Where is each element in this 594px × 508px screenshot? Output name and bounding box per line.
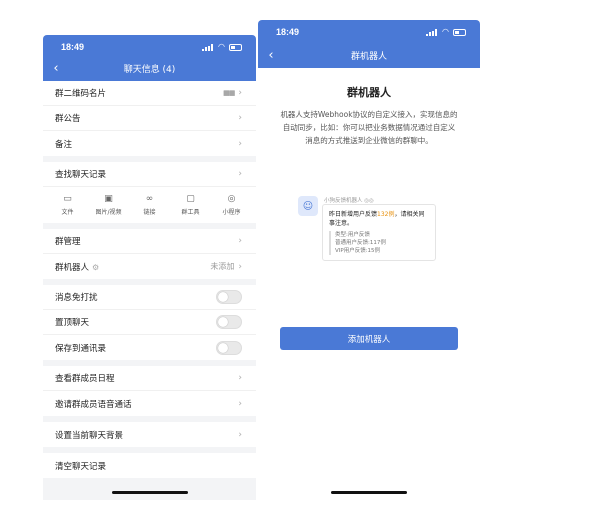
tool-label: 文件 [61, 209, 74, 216]
bot-heading: 群机器人 [347, 86, 391, 99]
row-label: 群二维码名片 [55, 89, 107, 99]
message-part: 昨日新增用户反馈 [329, 211, 378, 218]
chat-info-screen: 18:49 ◠ ‹ 聊天信息 (4) 群二维码名片 ▦▦ › 群公告 › 备注 … [43, 35, 256, 500]
group-bot-header: 18:49 ◠ ‹ 群机器人 [258, 20, 480, 68]
chevron-right-icon: › [238, 261, 242, 272]
miniprogram-icon: ◎ [227, 194, 236, 204]
message-text: 昨日新增用户反馈132例，请相关同事注意。 [329, 210, 429, 228]
group-bot-screen: 18:49 ◠ ‹ 群机器人 群机器人 机器人支持Webhook协议的自定义接入… [258, 20, 480, 500]
group-qr-row[interactable]: 群二维码名片 ▦▦ › [43, 81, 256, 106]
status-time: 18:49 [276, 27, 300, 37]
add-bot-button[interactable]: 添加机器人 [280, 327, 458, 350]
save-contacts-toggle[interactable] [216, 340, 242, 355]
row-label: 群机器人 ⚙ [55, 261, 210, 273]
page-title: 聊天信息 (4) [123, 65, 176, 75]
home-indicator [331, 491, 407, 494]
row-label: 群管理 [55, 237, 81, 247]
pin-row: 置顶聊天 [43, 310, 256, 335]
quote-line: VIP用户反馈:15例 [335, 248, 381, 254]
folder-icon: ▭ [63, 194, 72, 204]
search-shortcuts: ▭ 文件 ▣ 图片/视频 ∞ 链接 ▢ 群工具 ◎ 小程序 [43, 187, 256, 223]
member-group: 查看群成员日程 › 邀请群成员语音通话 › [43, 366, 256, 416]
save-contacts-row: 保存到通讯录 [43, 335, 256, 360]
mute-toggle[interactable] [216, 290, 242, 304]
voice-call-row[interactable]: 邀请群成员语音通话 › [43, 391, 256, 416]
row-label: 查找聊天记录 [55, 170, 107, 180]
clear-group: 清空聊天记录 [43, 453, 256, 478]
highlight-count: 132例 [377, 211, 395, 218]
gear-icon: ⚙ [92, 262, 100, 272]
chevron-right-icon: › [238, 113, 242, 123]
bot-description: 机器人支持Webhook协议的自定义接入，实现信息的自动同步，比如：你可以把业务… [280, 110, 458, 145]
wifi-icon: ◠ [218, 42, 225, 51]
tool-label: 链接 [143, 209, 156, 216]
chevron-right-icon: › [238, 398, 242, 409]
robot-avatar-icon: ☺ [298, 196, 318, 216]
row-label: 邀请群成员语音通话 [55, 399, 132, 410]
tool-miniprogram[interactable]: ◎ 小程序 [214, 193, 250, 216]
chevron-right-icon: › [238, 236, 242, 246]
chat-background-row[interactable]: 设置当前聊天背景 › [43, 422, 256, 447]
quote-line: 类型:用户反馈 [335, 232, 370, 238]
status-icons: ◠ [426, 28, 466, 36]
tool-label: 图片/视频 [95, 209, 122, 216]
wifi-icon: ◠ [442, 27, 449, 36]
info-group: 群二维码名片 ▦▦ › 群公告 › 备注 › [43, 81, 256, 156]
search-history-row[interactable]: 查找聊天记录 › [43, 162, 256, 187]
chevron-right-icon: › [238, 429, 242, 440]
status-time: 18:49 [61, 42, 85, 52]
message-quote: 类型:用户反馈 普通用户反馈:117例 VIP用户反馈:15例 [329, 231, 429, 255]
clear-history-row[interactable]: 清空聊天记录 [43, 453, 256, 478]
chevron-right-icon: › [238, 138, 242, 149]
tool-files[interactable]: ▭ 文件 [50, 193, 86, 216]
row-label: 设置当前聊天背景 [55, 430, 124, 441]
battery-icon [453, 28, 466, 36]
group-manage-row[interactable]: 群管理 › [43, 229, 256, 254]
group-notice-row[interactable]: 群公告 › [43, 106, 256, 131]
image-icon: ▣ [104, 194, 113, 204]
row-label: 查看群成员日程 [55, 374, 115, 384]
message-bubble: 昨日新增用户反馈132例，请相关同事注意。 类型:用户反馈 普通用户反馈:117… [322, 204, 436, 261]
qr-code-icon: ▦▦ [223, 89, 235, 97]
bot-status: 未添加 [210, 262, 235, 271]
chat-info-header: 18:49 ◠ ‹ 聊天信息 (4) [43, 35, 256, 81]
chevron-right-icon: › [238, 88, 242, 98]
row-label: 群公告 [55, 114, 81, 124]
signal-icon [426, 28, 438, 36]
link-icon: ∞ [145, 194, 154, 204]
search-group: 查找聊天记录 › ▭ 文件 ▣ 图片/视频 ∞ 链接 ▢ 群工具 ◎ 小程序 [43, 162, 256, 223]
row-label: 清空聊天记录 [55, 461, 107, 472]
tool-group-tools[interactable]: ▢ 群工具 [173, 193, 209, 216]
tools-icon: ▢ [186, 194, 195, 204]
signal-icon [202, 43, 214, 51]
pin-toggle[interactable] [216, 315, 242, 329]
page-title: 群机器人 [350, 52, 387, 62]
row-label: 消息免打扰 [55, 293, 98, 303]
toggle-group: 消息免打扰 置顶聊天 保存到通讯录 [43, 285, 256, 360]
tool-links[interactable]: ∞ 链接 [132, 193, 168, 216]
quote-line: 普通用户反馈:117例 [335, 240, 386, 246]
row-label: 保存到通讯录 [55, 343, 107, 354]
manage-group: 群管理 › 群机器人 ⚙ 未添加 › [43, 229, 256, 279]
status-icons: ◠ [202, 43, 242, 51]
chevron-right-icon: › [238, 169, 242, 179]
mute-row: 消息免打扰 [43, 285, 256, 310]
home-indicator [111, 491, 188, 494]
tool-label: 群工具 [181, 209, 200, 216]
battery-icon [229, 43, 242, 51]
member-schedule-row[interactable]: 查看群成员日程 › [43, 366, 256, 391]
chevron-right-icon: › [238, 373, 242, 383]
background-group: 设置当前聊天背景 › [43, 422, 256, 447]
row-label: 置顶聊天 [55, 318, 90, 328]
row-label: 备注 [55, 139, 73, 150]
preview-bot-name: 小狗反馈机器人 ◎◎ [324, 198, 374, 204]
remark-row[interactable]: 备注 › [43, 131, 256, 156]
tool-label: 小程序 [222, 209, 241, 216]
bot-label-text: 群机器人 [55, 262, 90, 273]
group-bot-row[interactable]: 群机器人 ⚙ 未添加 › [43, 254, 256, 279]
tool-images[interactable]: ▣ 图片/视频 [91, 193, 127, 216]
